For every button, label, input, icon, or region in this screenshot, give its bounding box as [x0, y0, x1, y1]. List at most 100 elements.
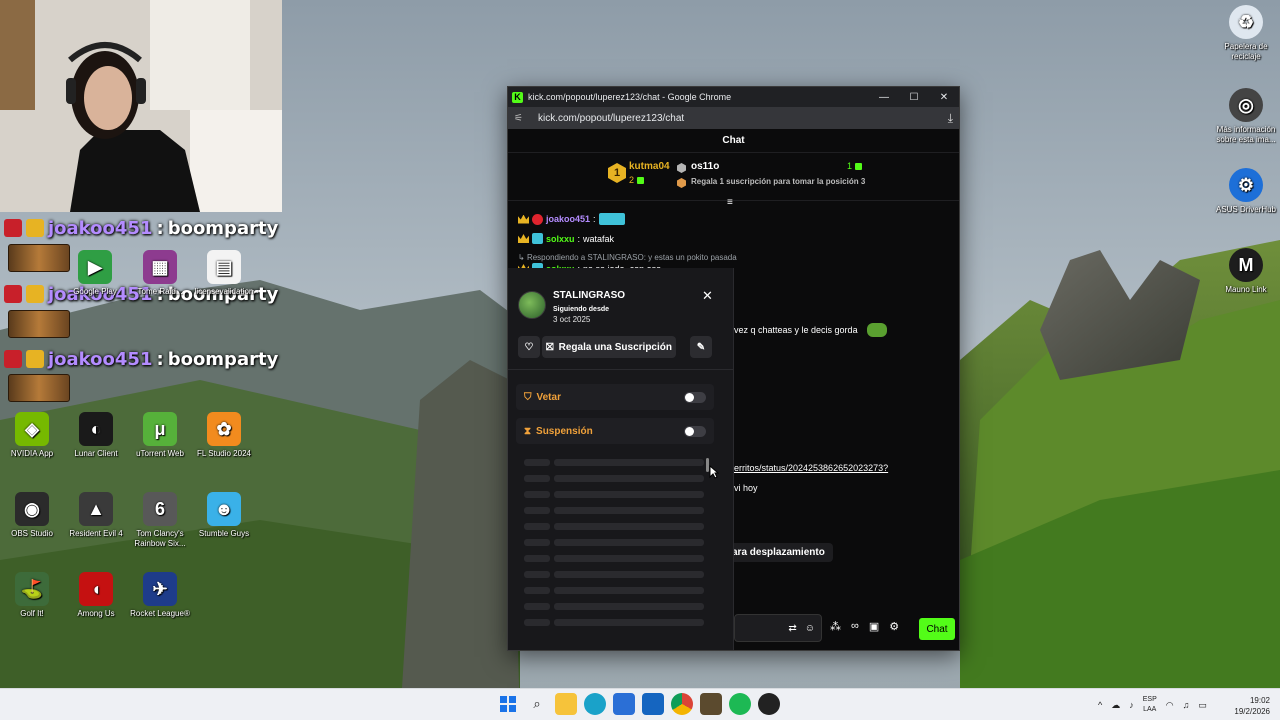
chat-tools: ⁂ ∞ ▣ ⚙	[830, 620, 899, 633]
desktop-shortcut[interactable]: ▦ Tome Raid...	[123, 250, 197, 297]
app-icon: ✿	[207, 412, 241, 446]
collapse-arrow-icon[interactable]: ≡	[727, 197, 733, 208]
skeleton-row	[524, 587, 550, 594]
desktop-shortcut-label: Tom Clancy's Rainbow Six...	[134, 529, 186, 548]
close-window-button[interactable]: ✕	[929, 87, 959, 107]
timeout-label: Suspensión	[536, 425, 593, 437]
maximize-button[interactable]: ☐	[899, 87, 929, 107]
kick-logo-icon: K	[512, 91, 523, 103]
desktop-shortcut[interactable]: ▲ Resident Evil 4	[59, 492, 133, 539]
shield-icon: ⛉	[524, 391, 532, 403]
kicks-icon[interactable]: ⁂	[830, 620, 841, 633]
message-separator: :	[577, 233, 581, 244]
desktop-shortcut[interactable]: ▶ Google Play	[58, 250, 132, 297]
desktop-shortcut[interactable]: ▤ licensevalidation	[187, 250, 261, 297]
desktop-shortcut[interactable]: μ uTorrent Web	[123, 412, 197, 459]
app-icon: ◉	[15, 492, 49, 526]
desktop-shortcut[interactable]: 6 Tom Clancy's Rainbow Six...	[123, 492, 197, 549]
clock-date: 19/2/2026	[1234, 707, 1270, 716]
lang-bottom: LAA	[1143, 706, 1157, 713]
network-icon[interactable]: ☁	[1111, 700, 1120, 711]
obs-icon[interactable]	[758, 693, 780, 715]
site-settings-icon[interactable]: ⚟	[514, 113, 528, 124]
app-icon: ▲	[79, 492, 113, 526]
ban-toggle[interactable]	[684, 392, 706, 403]
leaderboard-first-name[interactable]: kutma04	[629, 161, 670, 172]
download-icon[interactable]: ⤓	[948, 111, 953, 126]
store-icon[interactable]	[613, 693, 635, 715]
file-explorer-icon[interactable]	[555, 693, 577, 715]
language-indicator[interactable]: ESP LAA	[1143, 695, 1157, 715]
user-card-username[interactable]: STALINGRASO	[553, 290, 625, 301]
chevron-up-icon[interactable]: ^	[1098, 700, 1102, 710]
desktop-shortcut[interactable]: ◎ Más información sobre esta ima...	[1211, 88, 1280, 145]
translate-icon[interactable]: ⇄	[788, 623, 796, 634]
chrome-popout-window[interactable]: K kick.com/popout/luperez123/chat - Goog…	[507, 86, 960, 651]
wifi-icon[interactable]: ◠	[1166, 700, 1174, 711]
timeout-toggle[interactable]	[684, 426, 706, 437]
desktop-shortcut-label: Papelera de reciclaje	[1224, 42, 1268, 61]
spotify-icon[interactable]	[729, 693, 751, 715]
gift-shop-icon[interactable]: ▣	[869, 620, 879, 633]
desktop-shortcut-label: ASUS DriverHub	[1215, 205, 1276, 214]
message-username[interactable]: joakoo451	[546, 214, 590, 224]
start-button-icon[interactable]	[497, 693, 519, 715]
desktop-shortcut[interactable]: ✿ FL Studio 2024	[187, 412, 261, 459]
desktop-shortcut[interactable]: ☻ Stumble Guys	[187, 492, 261, 539]
desktop-shortcut[interactable]: ◖ Among Us	[59, 572, 133, 619]
settings-gear-icon[interactable]: ⚙	[889, 620, 899, 633]
emote-image	[598, 213, 625, 225]
desktop-shortcut[interactable]: M Mauno Link	[1211, 248, 1280, 295]
mention-button[interactable]: ✎	[690, 336, 712, 358]
skeleton-row	[524, 555, 550, 562]
app-icon: ✈	[143, 572, 177, 606]
overlay-chat-line: joakoo451 : boomparty	[4, 216, 278, 240]
chrome-icon[interactable]	[671, 693, 693, 715]
skeleton-row	[554, 603, 704, 610]
window-title: kick.com/popout/luperez123/chat - Google…	[528, 92, 732, 102]
microphone-icon[interactable]: ♪	[1129, 700, 1134, 710]
address-bar[interactable]: ⚟ kick.com/popout/luperez123/chat ⤓	[508, 107, 959, 129]
send-chat-button[interactable]: Chat	[919, 618, 955, 640]
rank-first-icon: 1	[608, 163, 626, 183]
desktop-shortcut[interactable]: ◐ Lunar Client	[59, 412, 133, 459]
volume-icon[interactable]: ♫	[1183, 700, 1190, 710]
emoji-icon[interactable]: ☺	[805, 623, 815, 634]
overlay-username: joakoo451	[48, 217, 153, 239]
badge-icon	[4, 219, 22, 237]
chat-input-field[interactable]: ⇄ ☺	[734, 614, 822, 642]
app-icon: μ	[143, 412, 177, 446]
minimize-button[interactable]: —	[869, 87, 899, 107]
sub-badge-icon	[532, 213, 543, 225]
search-icon[interactable]: ⌕	[526, 693, 548, 715]
url-text[interactable]: kick.com/popout/luperez123/chat	[538, 113, 948, 124]
gift-subscription-button[interactable]: ⛝ Regala una Suscripción	[542, 336, 676, 358]
message-text: vi hoy	[734, 483, 758, 493]
edge-browser-icon[interactable]	[584, 693, 606, 715]
follow-button[interactable]: ♡	[518, 336, 540, 358]
window-titlebar[interactable]: K kick.com/popout/luperez123/chat - Goog…	[508, 87, 959, 107]
message-link[interactable]: erritos/status/2024253862652023273?	[734, 463, 888, 473]
avatar[interactable]	[518, 291, 546, 319]
desktop-shortcut[interactable]: ⚙ ASUS DriverHub	[1211, 168, 1280, 215]
desktop-shortcut[interactable]: ✈ Rocket League®	[123, 572, 197, 619]
leaderboard-second-name[interactable]: os11o	[691, 161, 719, 172]
leaderboard-second-count: 1	[847, 161, 863, 171]
outlook-icon[interactable]	[642, 693, 664, 715]
infinity-icon[interactable]: ∞	[851, 620, 859, 633]
desktop-shortcut-label: Rocket League®	[130, 609, 190, 618]
message-username[interactable]: solxxu	[546, 234, 575, 244]
desktop-shortcut[interactable]: ♻ Papelera de reciclaje	[1211, 5, 1280, 62]
taskbar-clock[interactable]: 19:02 19/2/2026	[1226, 695, 1270, 717]
desktop-shortcut-label: licensevalidation	[194, 287, 254, 296]
minecraft-icon[interactable]	[700, 693, 722, 715]
leaderboard-second-count-value: 1	[847, 161, 853, 171]
battery-icon[interactable]: ▭	[1198, 700, 1207, 711]
reply-context[interactable]: ↳ Respondiendo a STALINGRASO: y estas un…	[518, 253, 737, 262]
windows-taskbar: ⌕ ^ ☁ ♪ ESP LAA ◠ ♫ ▭ 19:02 19/2/2026	[0, 688, 1280, 720]
paused-scroll-pill[interactable]: ara desplazamiento	[722, 543, 833, 562]
app-icon: ☻	[207, 492, 241, 526]
close-icon[interactable]: ✕	[702, 288, 713, 304]
app-icon: ⛳	[15, 572, 49, 606]
skeleton-row	[554, 539, 704, 546]
